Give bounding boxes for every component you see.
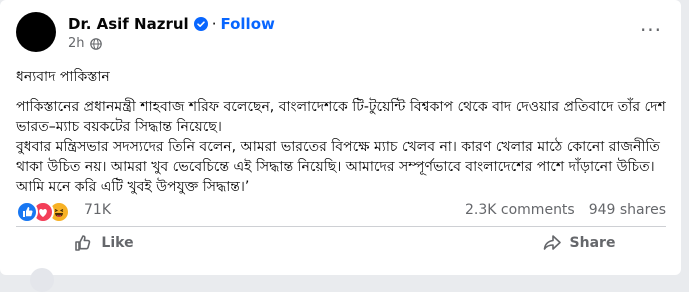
reaction-icons[interactable] [16, 201, 70, 223]
post-paragraph: পাকিস্তানের প্রধানমন্ত্রী শাহবাজ শরিফ বল… [16, 99, 666, 135]
separator-dot: · [211, 15, 217, 33]
post-paragraph: বুধবার মন্ত্রিসভার সদস্যদের তিনি বলেন, আ… [16, 139, 660, 195]
post-text: ধন্যবাদ পাকিস্তান পাকিস্তানের প্রধানমন্ত… [16, 67, 671, 197]
avatar[interactable] [16, 12, 56, 52]
like-reaction-icon [16, 201, 38, 223]
share-button[interactable]: Share [341, 228, 689, 258]
engagement-stats: 2.3K comments 949 shares [465, 202, 666, 218]
reactions-bar: 71K 2.3K comments 949 shares [16, 200, 666, 223]
globe-icon [89, 37, 102, 50]
post-headline: ধন্যবাদ পাকিস্তান [16, 69, 110, 85]
share-icon [543, 235, 561, 250]
like-button[interactable]: Like [0, 228, 341, 258]
reaction-count[interactable]: 71K [84, 202, 111, 218]
more-options-button[interactable]: ··· [636, 20, 666, 40]
comments-count[interactable]: 2.3K comments [465, 202, 575, 218]
share-label: Share [569, 235, 616, 251]
post-card: Dr. Asif Nazrul · Follow 2h ··· ধন্যবাদ … [0, 0, 681, 292]
author-name[interactable]: Dr. Asif Nazrul [68, 15, 189, 33]
post-time[interactable]: 2h [68, 36, 85, 51]
post-header: Dr. Asif Nazrul · Follow 2h ··· [16, 12, 666, 60]
author-row: Dr. Asif Nazrul · Follow [68, 15, 275, 33]
verified-badge-icon [193, 17, 208, 31]
divider [16, 226, 666, 227]
post-actions: Like Share [16, 228, 666, 258]
like-icon [75, 235, 91, 251]
comment-avatar [30, 268, 54, 292]
like-label: Like [101, 235, 134, 251]
shares-count[interactable]: 949 shares [589, 202, 666, 218]
follow-button[interactable]: Follow [220, 15, 274, 33]
post-meta: 2h [68, 36, 102, 51]
